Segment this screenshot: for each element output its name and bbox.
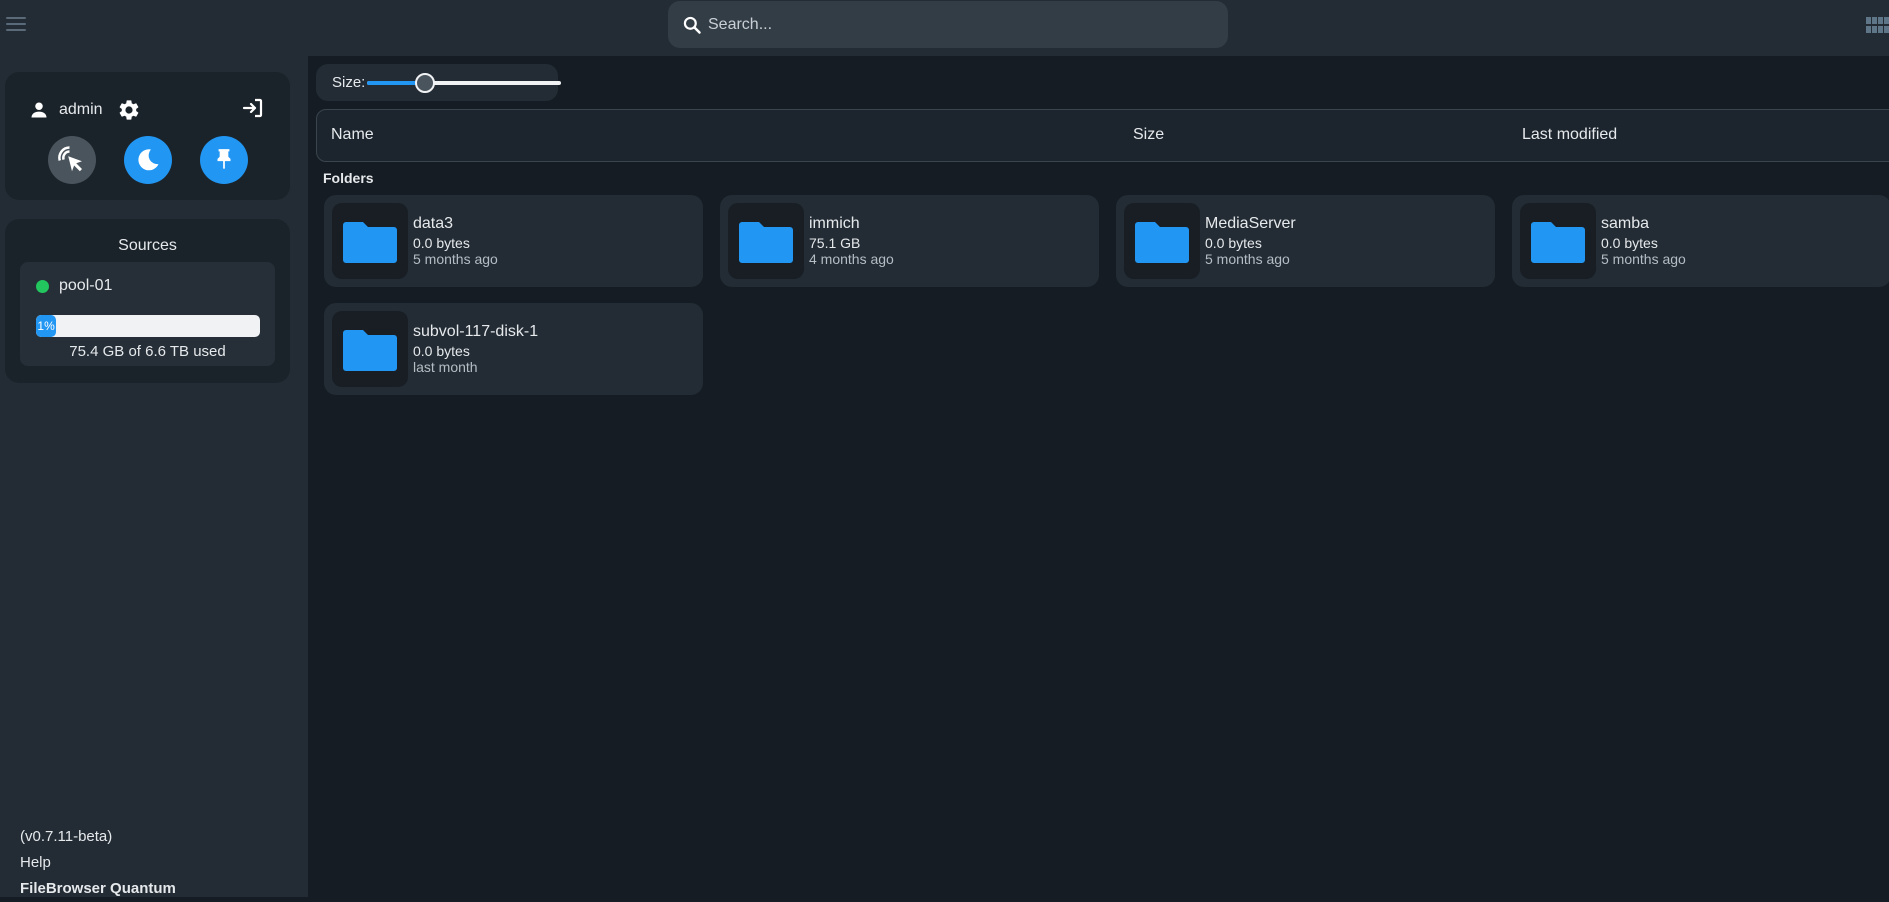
main-content: Size: Name Size Last modified Folders da…	[308, 56, 1889, 897]
pin-button[interactable]	[200, 136, 248, 184]
folder-modified: 5 months ago	[1601, 251, 1686, 267]
size-slider[interactable]	[367, 72, 562, 93]
search-bar[interactable]	[668, 1, 1228, 48]
folder-icon	[1124, 203, 1200, 279]
folder-name: MediaServer	[1205, 215, 1296, 232]
folder-item[interactable]: subvol-117-disk-1 0.0 bytes last month	[324, 303, 703, 395]
column-size[interactable]: Size	[1133, 126, 1164, 144]
folder-name: subvol-117-disk-1	[413, 323, 539, 340]
folder-modified: 5 months ago	[413, 251, 498, 267]
sources-card: Sources pool-01 1% 75.4 GB of 6.6 TB use…	[5, 219, 290, 383]
folder-name: samba	[1601, 215, 1650, 232]
folder-name: data3	[413, 215, 454, 232]
folder-modified: last month	[413, 359, 478, 375]
folder-modified: 4 months ago	[809, 251, 894, 267]
logout-icon	[242, 98, 263, 118]
column-last-modified[interactable]: Last modified	[1522, 126, 1617, 144]
folder-icon	[332, 203, 408, 279]
user-card: admin	[5, 72, 290, 200]
logout-button[interactable]	[241, 96, 265, 125]
username: admin	[59, 101, 103, 118]
moon-icon	[138, 149, 159, 171]
source-name: pool-01	[59, 277, 113, 294]
folders-section-label: Folders	[323, 170, 374, 186]
help-link[interactable]: Help	[20, 850, 176, 876]
source-item-pool-01[interactable]: pool-01 1% 75.4 GB of 6.6 TB used	[20, 262, 275, 366]
sidebar: admin Sources pool-01 1% 75.4 GB of 6.6 …	[0, 56, 308, 897]
gear-icon[interactable]	[117, 98, 141, 122]
pin-icon	[217, 149, 231, 169]
grid-view-icon[interactable]	[1866, 17, 1889, 33]
dark-mode-button[interactable]	[124, 136, 172, 184]
size-control: Size:	[316, 64, 562, 101]
column-name[interactable]: Name	[331, 126, 374, 144]
usage-text: 75.4 GB of 6.6 TB used	[69, 343, 226, 360]
usage-bar: 1%	[36, 315, 260, 337]
usage-bar-fill: 1%	[36, 315, 57, 337]
slider-thumb[interactable]	[415, 72, 436, 93]
search-icon	[683, 16, 701, 34]
cursor-click-icon	[58, 146, 82, 172]
folder-name: immich	[809, 215, 860, 232]
folder-icon	[728, 203, 804, 279]
folder-item[interactable]: MediaServer 0.0 bytes 5 months ago	[1116, 195, 1495, 287]
user-icon	[31, 102, 47, 118]
size-label: Size:	[332, 74, 366, 91]
select-mode-button[interactable]	[48, 136, 96, 184]
version-text: (v0.7.11-beta)	[20, 828, 113, 845]
list-header: Name Size Last modified	[316, 109, 1889, 162]
status-dot	[36, 279, 49, 293]
top-bar	[0, 0, 1889, 56]
brand-link[interactable]: FileBrowser Quantum	[20, 876, 176, 902]
sources-title: Sources	[118, 237, 177, 254]
folder-size: 0.0 bytes	[413, 343, 470, 359]
folder-item[interactable]: data3 0.0 bytes 5 months ago	[324, 195, 703, 287]
folder-size: 0.0 bytes	[413, 235, 470, 251]
sidebar-footer: (v0.7.11-beta) Help FileBrowser Quantum	[20, 824, 176, 902]
search-input[interactable]	[708, 15, 1208, 34]
folder-icon	[332, 311, 408, 387]
folder-size: 0.0 bytes	[1205, 235, 1262, 251]
folder-size: 0.0 bytes	[1601, 235, 1658, 251]
folder-size: 75.1 GB	[809, 235, 861, 251]
folder-modified: 5 months ago	[1205, 251, 1290, 267]
folder-item[interactable]: samba 0.0 bytes 5 months ago	[1512, 195, 1889, 287]
folder-icon	[1520, 203, 1596, 279]
menu-icon[interactable]	[6, 13, 26, 35]
folder-item[interactable]: immich 75.1 GB 4 months ago	[720, 195, 1099, 287]
